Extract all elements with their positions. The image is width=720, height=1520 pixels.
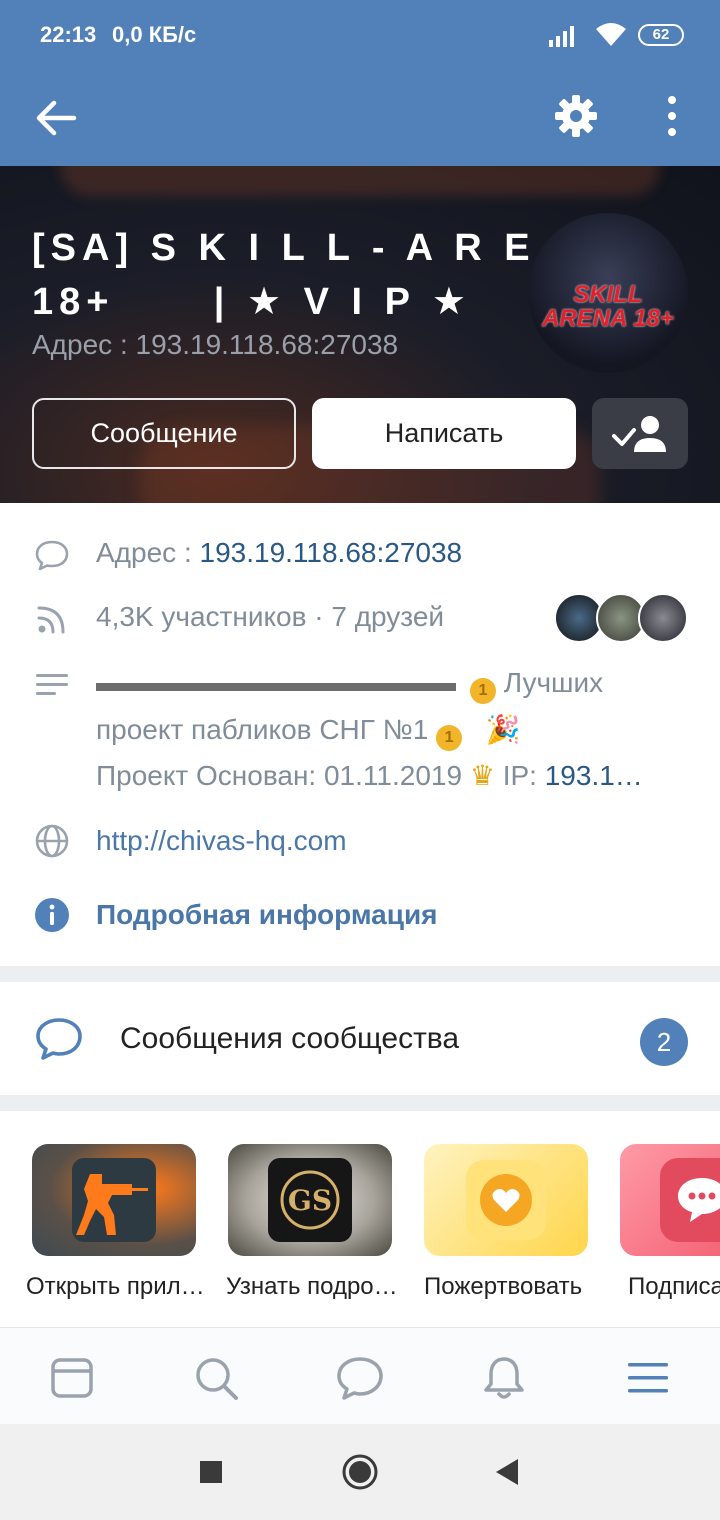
write-button[interactable]: Написать	[312, 398, 576, 469]
medal-icon: 1	[436, 725, 463, 751]
chat-bubble-icon	[36, 1018, 82, 1060]
community-cover: [SA] S K I L L - A R E N A 18+ | ★ V I P…	[0, 166, 720, 503]
apps-carousel[interactable]: Открыть прил… GS Узнать подро… Пожертвов…	[0, 1111, 720, 1327]
address-row: Адрес : 193.19.118.68:27038	[96, 537, 462, 569]
more-vertical-icon[interactable]	[650, 90, 694, 142]
description-divider	[96, 683, 456, 691]
status-bar: 22:13 0,0 КБ/с 62	[0, 0, 720, 70]
bottom-navigation	[0, 1327, 720, 1424]
messages-count-badge: 2	[640, 1018, 688, 1066]
address-label: Адрес :	[96, 537, 200, 568]
community-title: [SA] S K I L L - A R E N A 18+ | ★ V I P…	[32, 227, 628, 323]
top-toolbar	[0, 70, 720, 166]
message-bubble-icon	[35, 540, 69, 571]
heart-coin-icon	[480, 1174, 532, 1226]
status-net-speed: 0,0 КБ/с	[112, 22, 197, 47]
recents-icon[interactable]	[200, 1461, 222, 1483]
back-triangle-icon[interactable]	[494, 1457, 520, 1487]
text-lines-icon	[36, 674, 68, 695]
friend-avatar	[638, 593, 688, 643]
app-label: Открыть прил…	[26, 1273, 205, 1300]
menu-icon[interactable]	[624, 1354, 672, 1402]
app-subscribe[interactable]	[620, 1144, 720, 1256]
svg-text:GS: GS	[288, 1184, 332, 1217]
home-icon[interactable]	[341, 1453, 379, 1491]
user-check-icon	[612, 416, 666, 452]
cover-decoration	[60, 166, 660, 196]
message-dots-icon	[678, 1178, 720, 1222]
bell-icon[interactable]	[480, 1354, 528, 1402]
app-label: Узнать подро…	[226, 1273, 398, 1300]
website-link[interactable]: http://chivas-hq.com	[96, 825, 347, 857]
community-messages-label: Сообщения сообщества	[120, 1022, 460, 1055]
status-time: 22:13	[40, 22, 97, 47]
signal-icon	[549, 26, 574, 47]
messages-icon[interactable]	[336, 1354, 384, 1402]
section-separator	[0, 966, 720, 982]
crown-icon: ♛	[469, 760, 495, 791]
arrow-left-icon[interactable]	[30, 92, 82, 144]
app-donate[interactable]	[424, 1144, 588, 1256]
description-line-2: проект пабликов СНГ №1 1 🎉	[96, 713, 520, 751]
community-info: Адрес : 193.19.118.68:27038 4,3K участни…	[0, 503, 720, 965]
search-icon[interactable]	[192, 1354, 240, 1402]
gear-icon[interactable]	[550, 90, 602, 142]
system-navigation-bar	[0, 1424, 720, 1520]
members-count[interactable]: 4,3K участников · 7 друзей	[96, 601, 444, 633]
avatar-logo: SKILL ARENA 18+	[542, 281, 674, 332]
description-line-3: Проект Основан: 01.11.2019 ♛ IP: 193.1…	[96, 760, 643, 791]
description-line-1: 1 Лучших	[470, 667, 603, 704]
address-link[interactable]: 193.19.118.68:27038	[200, 537, 463, 568]
party-popper-icon: 🎉	[485, 714, 521, 745]
wifi-icon	[596, 23, 626, 46]
battery-icon: 62	[638, 24, 684, 46]
ip-link[interactable]: 193.1…	[545, 760, 643, 791]
app-counter-strike[interactable]	[32, 1144, 196, 1256]
app-gs[interactable]: GS	[228, 1144, 392, 1256]
app-label: Подписа	[628, 1273, 720, 1300]
message-button[interactable]: Сообщение	[32, 398, 296, 469]
medal-icon: 1	[470, 678, 496, 704]
member-status-button[interactable]	[592, 398, 688, 469]
rss-icon	[37, 606, 65, 634]
globe-icon	[35, 824, 69, 858]
friends-avatars[interactable]	[554, 593, 688, 643]
soldier-icon	[76, 1174, 148, 1235]
gs-logo-icon: GS	[280, 1170, 340, 1230]
info-icon	[35, 898, 69, 932]
community-status: Адрес : 193.19.118.68:27038	[32, 329, 399, 360]
section-separator	[0, 1095, 720, 1111]
community-avatar[interactable]: SKILL ARENA 18+	[528, 213, 688, 373]
community-messages-row[interactable]: Сообщения сообщества 2	[0, 982, 720, 1095]
app-label: Пожертвовать	[424, 1273, 583, 1300]
news-icon[interactable]	[48, 1354, 96, 1402]
more-info-link[interactable]: Подробная информация	[96, 899, 438, 931]
